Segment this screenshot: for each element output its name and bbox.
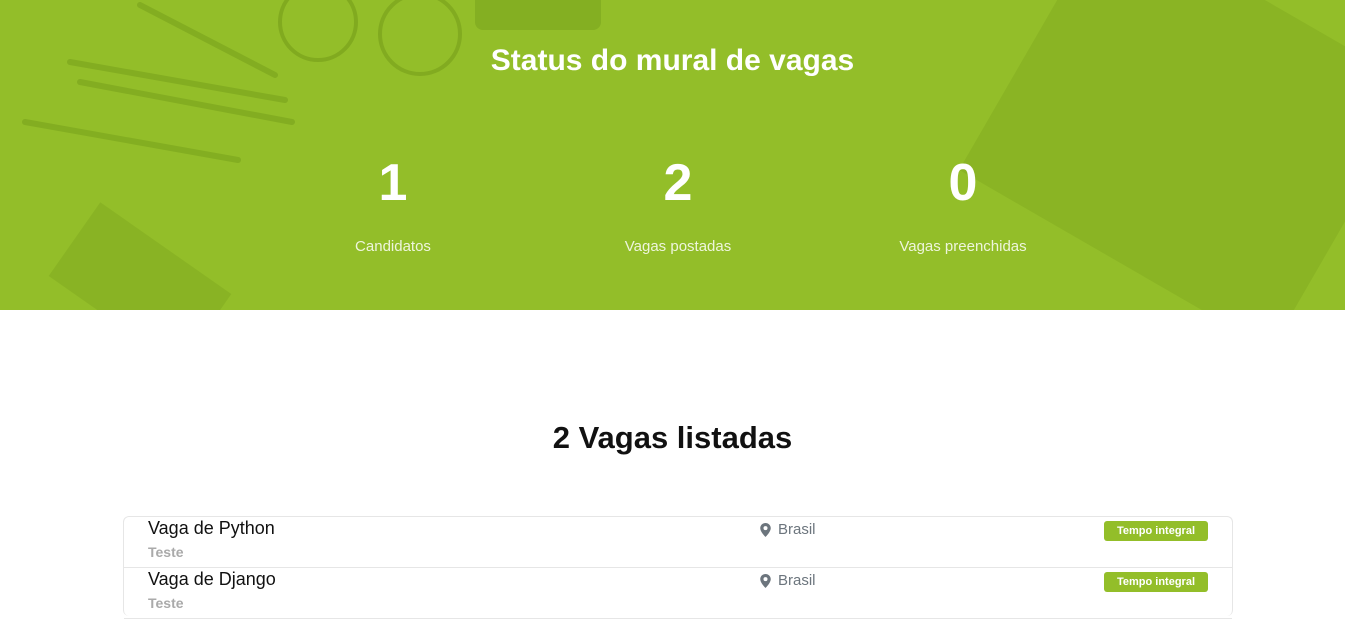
stat-posted-jobs: 2 Vagas postadas <box>558 150 798 255</box>
job-type-badge: Tempo integral <box>1104 572 1208 592</box>
job-list: Vaga de Python Teste Brasil Tempo integr… <box>123 516 1233 619</box>
map-pin-icon <box>760 573 771 588</box>
stat-value: 1 <box>378 154 408 212</box>
stat-label: Vagas preenchidas <box>899 238 1027 255</box>
stat-candidates: 1 Candidatos <box>273 150 513 255</box>
job-row[interactable]: Vaga de Python Teste Brasil Tempo integr… <box>124 517 1232 568</box>
stat-label: Vagas postadas <box>624 238 732 255</box>
hero-title: Status do mural de vagas <box>490 44 855 77</box>
job-company: Teste <box>148 544 184 560</box>
map-pin-icon <box>760 522 771 537</box>
stat-filled-jobs: 0 Vagas preenchidas <box>843 150 1083 255</box>
job-company: Teste <box>148 595 184 611</box>
stat-label: Candidatos <box>355 238 431 255</box>
job-list-title: 2 Vagas listadas <box>552 420 793 455</box>
job-title-link[interactable]: Vaga de Python <box>148 518 275 539</box>
job-location-text: Brasil <box>778 572 816 589</box>
stat-value: 2 <box>663 154 693 212</box>
stats-hero: Status do mural de vagas 1 Candidatos 2 … <box>0 0 1345 310</box>
job-row[interactable]: Vaga de Django Teste Brasil Tempo integr… <box>124 568 1232 619</box>
stat-value: 0 <box>948 154 978 212</box>
job-title-link[interactable]: Vaga de Django <box>148 569 276 590</box>
job-location: Brasil <box>760 572 816 589</box>
job-location: Brasil <box>760 521 816 538</box>
job-type-badge: Tempo integral <box>1104 521 1208 541</box>
job-location-text: Brasil <box>778 521 816 538</box>
